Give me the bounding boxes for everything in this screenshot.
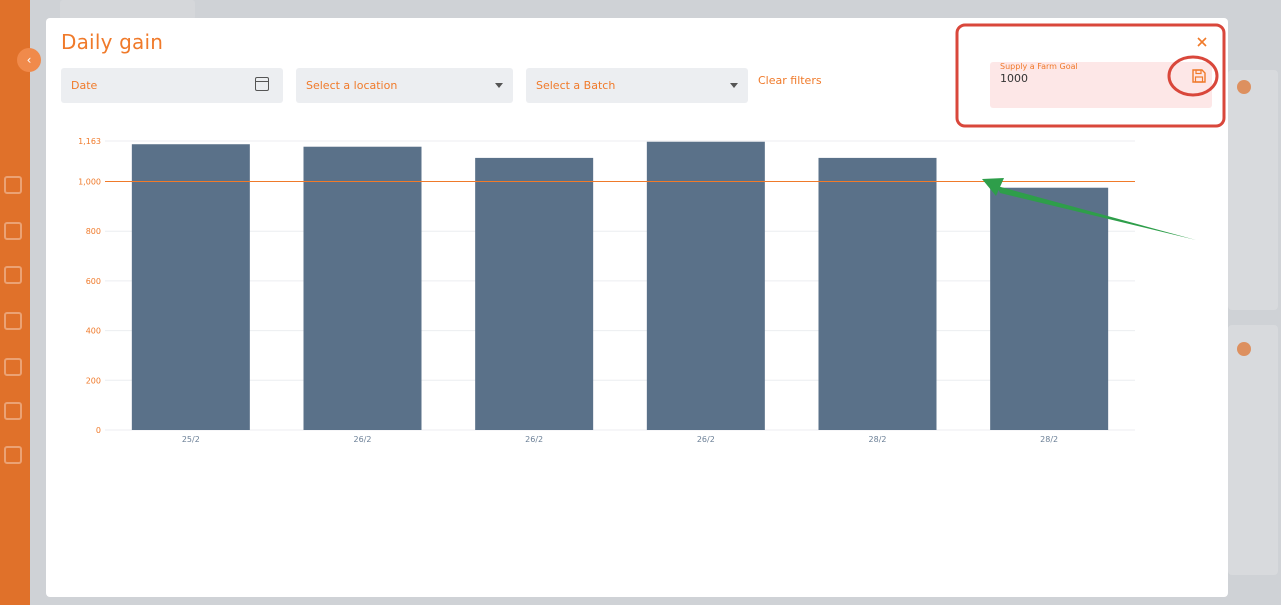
sidebar-icon <box>4 222 22 240</box>
sidebar-icon <box>4 402 22 420</box>
sidebar-toggle-button[interactable]: ‹ <box>17 48 41 72</box>
batch-select[interactable]: Select a Batch <box>526 68 748 103</box>
bar[interactable] <box>990 187 1109 430</box>
x-tick-label: 25/2 <box>182 435 200 444</box>
chevron-down-icon <box>495 83 503 88</box>
bar[interactable] <box>131 144 250 430</box>
background-card <box>1228 325 1278 575</box>
bar[interactable] <box>646 141 765 430</box>
background-badge <box>1237 342 1251 356</box>
x-tick-label: 26/2 <box>525 435 543 444</box>
y-tick-label: 400 <box>86 327 101 336</box>
date-filter-input[interactable]: Date <box>61 68 283 103</box>
farm-goal-field[interactable]: Supply a Farm Goal 1000 <box>990 62 1212 108</box>
chevron-down-icon <box>730 83 738 88</box>
x-tick-label: 26/2 <box>697 435 715 444</box>
background-badge <box>1237 80 1251 94</box>
daily-gain-modal: Daily gain Date Select a location Select… <box>46 18 1228 597</box>
y-tick-label: 1,000 <box>78 178 101 187</box>
background-select <box>60 0 195 20</box>
farm-goal-input[interactable]: 1000 <box>1000 72 1028 85</box>
bar[interactable] <box>818 157 937 430</box>
close-icon[interactable] <box>1194 34 1210 50</box>
x-tick-label: 28/2 <box>869 435 887 444</box>
location-select-placeholder: Select a location <box>306 79 398 92</box>
farm-goal-label: Supply a Farm Goal <box>1000 62 1078 71</box>
save-icon[interactable] <box>1191 67 1207 85</box>
y-tick-label: 600 <box>86 277 101 286</box>
y-tick-label: 800 <box>86 227 101 236</box>
modal-title: Daily gain <box>61 30 164 54</box>
sidebar-icon <box>4 312 22 330</box>
app-sidebar <box>0 0 30 605</box>
background-card <box>1228 70 1278 310</box>
sidebar-icon <box>4 446 22 464</box>
x-tick-label: 26/2 <box>354 435 372 444</box>
batch-select-placeholder: Select a Batch <box>536 79 616 92</box>
sidebar-icon <box>4 358 22 376</box>
calendar-icon[interactable] <box>255 77 269 91</box>
bar[interactable] <box>475 157 594 430</box>
y-tick-label: 0 <box>96 426 101 435</box>
location-select[interactable]: Select a location <box>296 68 513 103</box>
y-tick-label: 1,163 <box>78 137 101 146</box>
sidebar-icon <box>4 176 22 194</box>
x-tick-label: 28/2 <box>1040 435 1058 444</box>
sidebar-icon <box>4 266 22 284</box>
bar[interactable] <box>303 146 422 430</box>
clear-filters-link[interactable]: Clear filters <box>758 74 822 87</box>
y-tick-label: 200 <box>86 376 101 385</box>
date-filter-label: Date <box>71 79 98 92</box>
